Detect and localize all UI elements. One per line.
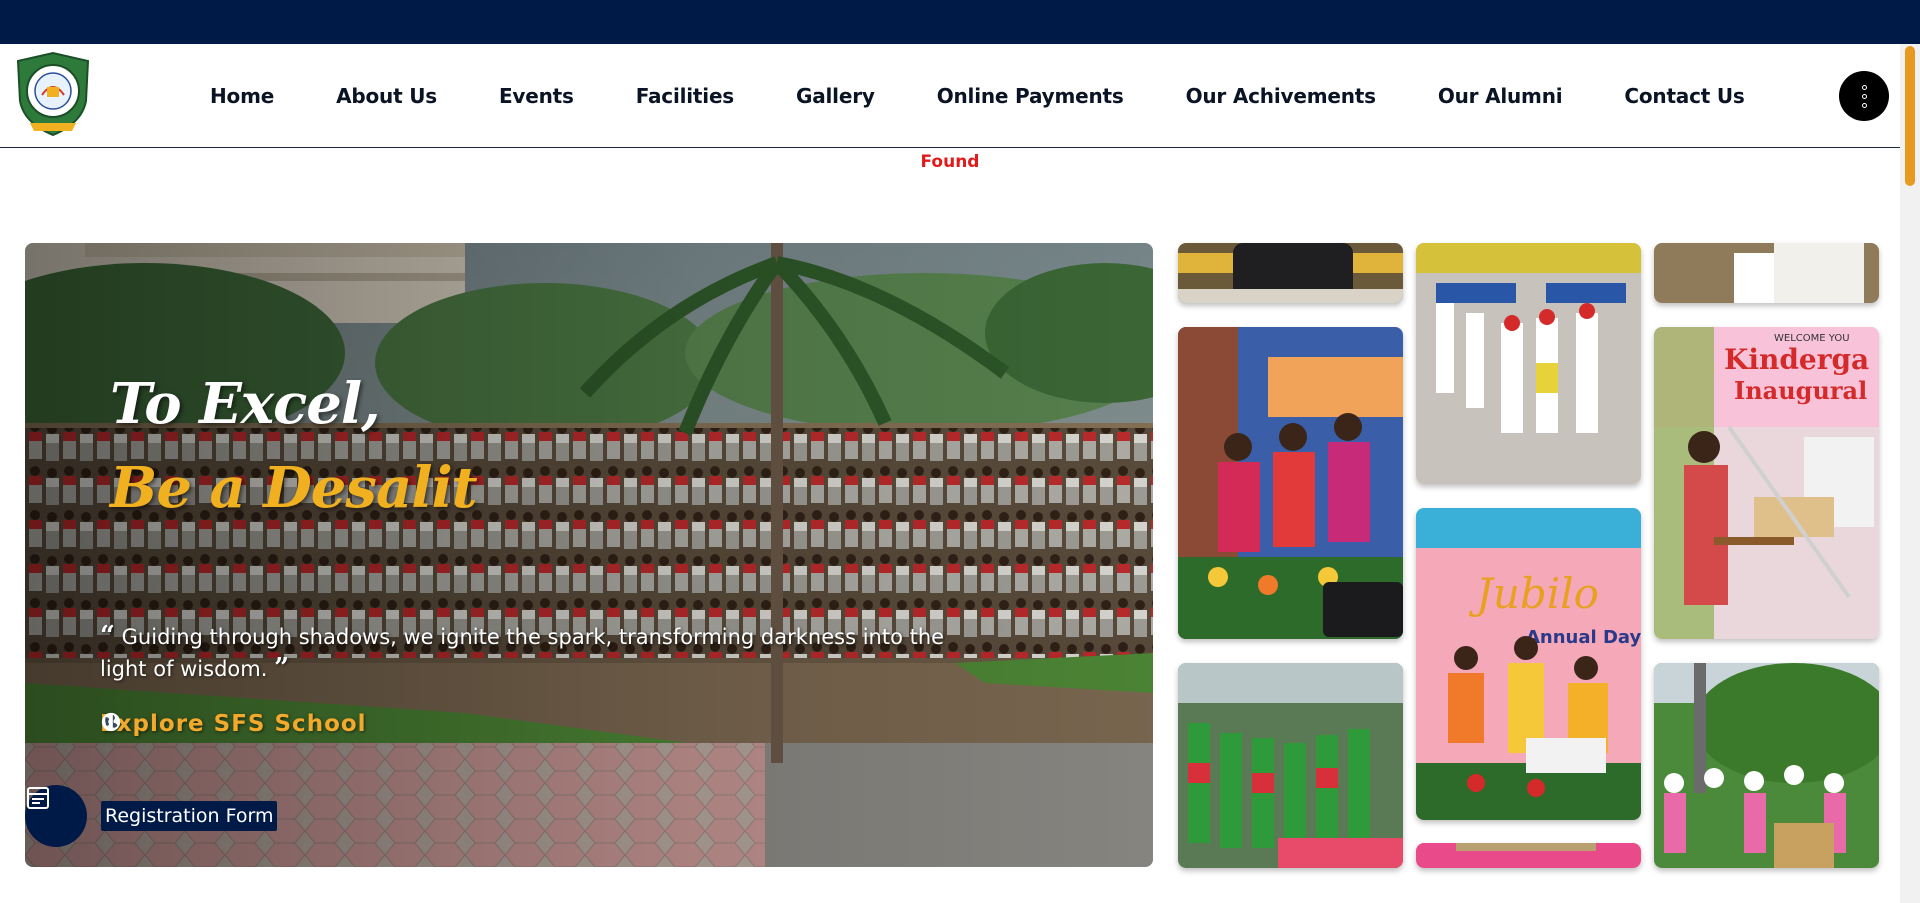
hero-title-line1: To Excel, — [110, 371, 381, 437]
dot-icon — [1861, 102, 1867, 108]
explore-label: Explore SFS School — [100, 711, 367, 737]
gallery-image-assembly-white[interactable] — [1416, 243, 1641, 484]
globe-icon — [101, 712, 121, 732]
main-nav: Home About Us Events Facilities Gallery … — [210, 44, 1807, 148]
scrollbar-thumb[interactable] — [1905, 46, 1915, 186]
hero-quote: “ Guiding through shadows, we ignite the… — [100, 621, 980, 685]
open-quote-mark: “ — [100, 621, 115, 651]
nav-our-achievements[interactable]: Our Achivements — [1186, 84, 1376, 108]
top-bar — [0, 0, 1920, 44]
gallery-image-white-robes[interactable] — [1654, 243, 1879, 303]
hero-banner: To Excel, Be a Desalit “ Guiding through… — [25, 243, 1153, 867]
explore-link[interactable]: Explore SFS School — [100, 711, 367, 737]
page-scrollbar[interactable] — [1900, 44, 1920, 903]
nav-contact-us[interactable]: Contact Us — [1624, 84, 1744, 108]
close-quote-mark: ” — [274, 653, 290, 683]
vertical-dots-menu-button[interactable] — [1839, 71, 1889, 121]
gallery-image-pink-banner[interactable] — [1416, 843, 1641, 868]
gallery-image-dance-red[interactable] — [1178, 327, 1403, 639]
nav-home[interactable]: Home — [210, 84, 274, 108]
school-logo[interactable] — [12, 51, 94, 137]
gallery-banner-jubilee: Jubilo — [1468, 569, 1599, 618]
hero-title-line2: Be a Desalit — [110, 455, 478, 521]
gallery-image-annual-day[interactable]: Jubilo Annual Day — [1416, 508, 1641, 820]
nav-events[interactable]: Events — [499, 84, 574, 108]
gallery-image-outdoor-event[interactable] — [1654, 663, 1879, 868]
nav-online-payments[interactable]: Online Payments — [937, 84, 1124, 108]
registration-form-label[interactable]: Registration Form — [101, 801, 278, 831]
dot-icon — [1861, 93, 1867, 99]
navbar: Home About Us Events Facilities Gallery … — [0, 44, 1900, 148]
nav-about-us[interactable]: About Us — [336, 84, 437, 108]
gallery-image-dance-green[interactable] — [1178, 663, 1403, 868]
gallery-banner-kindergarten: Kinderga — [1724, 343, 1869, 376]
gallery-image-stage-speaker[interactable] — [1178, 243, 1403, 303]
gallery-image-kindergarten-inaugural[interactable]: WELCOME YOU Kinderga Inaugural — [1654, 327, 1879, 639]
nav-facilities[interactable]: Facilities — [636, 84, 734, 108]
form-icon — [27, 787, 49, 809]
found-status-text: Found — [920, 152, 980, 172]
hero-quote-text: Guiding through shadows, we ignite the s… — [100, 625, 945, 681]
dot-icon — [1861, 84, 1867, 90]
gallery-banner-annual: Annual Day — [1526, 627, 1641, 648]
gallery-banner-inaugural: Inaugural — [1734, 376, 1867, 405]
registration-form-button[interactable] — [25, 785, 87, 847]
nav-our-alumni[interactable]: Our Alumni — [1438, 84, 1563, 108]
nav-gallery[interactable]: Gallery — [796, 84, 875, 108]
hero-background-image — [25, 243, 1153, 867]
